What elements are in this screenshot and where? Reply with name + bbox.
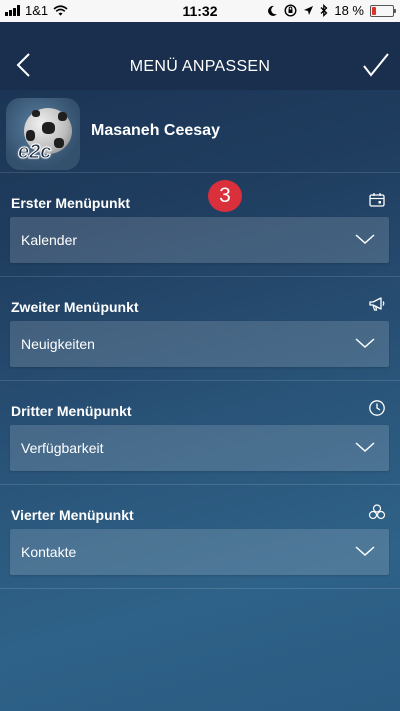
location-icon	[304, 6, 314, 15]
select-value: Verfügbarkeit	[21, 440, 104, 456]
bluetooth-icon	[320, 4, 328, 17]
chevron-down-icon	[355, 234, 375, 245]
chevron-down-icon	[355, 338, 375, 349]
section-label: Vierter Menüpunkt	[11, 507, 134, 523]
menu-section-3: Dritter Menüpunkt Verfügbarkeit	[0, 380, 400, 484]
clock-icon	[369, 400, 385, 416]
moon-icon	[268, 5, 278, 16]
chevron-down-icon	[355, 442, 375, 453]
megaphone-icon	[369, 297, 385, 311]
select-value: Neuigkeiten	[21, 336, 95, 352]
menu-select-2[interactable]: Neuigkeiten	[10, 321, 389, 367]
select-value: Kontakte	[21, 544, 77, 560]
section-label: Zweiter Menüpunkt	[11, 299, 139, 315]
avatar: e2c	[6, 98, 80, 170]
section-label: Dritter Menüpunkt	[11, 403, 132, 419]
menu-section-1: Erster Menüpunkt Kalender	[0, 172, 400, 276]
step-number-badge: 3	[208, 180, 242, 212]
avatar-logo-text: e2c	[17, 141, 52, 164]
status-right: 18 %	[267, 3, 396, 18]
battery-icon	[370, 4, 396, 17]
menu-section-2: Zweiter Menüpunkt Neuigkeiten	[0, 276, 400, 380]
checkmark-icon[interactable]	[362, 52, 390, 78]
orientation-lock-icon	[284, 4, 297, 17]
section-label: Erster Menüpunkt	[11, 195, 131, 211]
profile-header: e2c Masaneh Ceesay	[0, 90, 400, 172]
section-divider	[0, 588, 400, 589]
menu-section-4: Vierter Menüpunkt Kontakte	[0, 484, 400, 588]
page-title: MENÜ ANPASSEN	[129, 58, 271, 75]
profile-name: Masaneh Ceesay	[91, 122, 220, 139]
menu-select-4[interactable]: Kontakte	[10, 529, 389, 575]
menu-select-1[interactable]: Kalender	[10, 217, 389, 263]
calendar-icon	[369, 193, 385, 207]
contacts-icon	[368, 504, 386, 520]
status-bar: 1&1 11:32 18 %	[0, 0, 400, 22]
battery-percent: 18 %	[334, 3, 364, 18]
menu-select-3[interactable]: Verfügbarkeit	[10, 425, 389, 471]
select-value: Kalender	[21, 232, 78, 248]
app-screen: 1&1 11:32 18 % MENÜ ANPASSEN e2c Masaneh…	[0, 0, 400, 711]
chevron-down-icon	[355, 546, 375, 557]
nav-bar: MENÜ ANPASSEN	[0, 22, 400, 90]
battery-level	[372, 6, 376, 15]
